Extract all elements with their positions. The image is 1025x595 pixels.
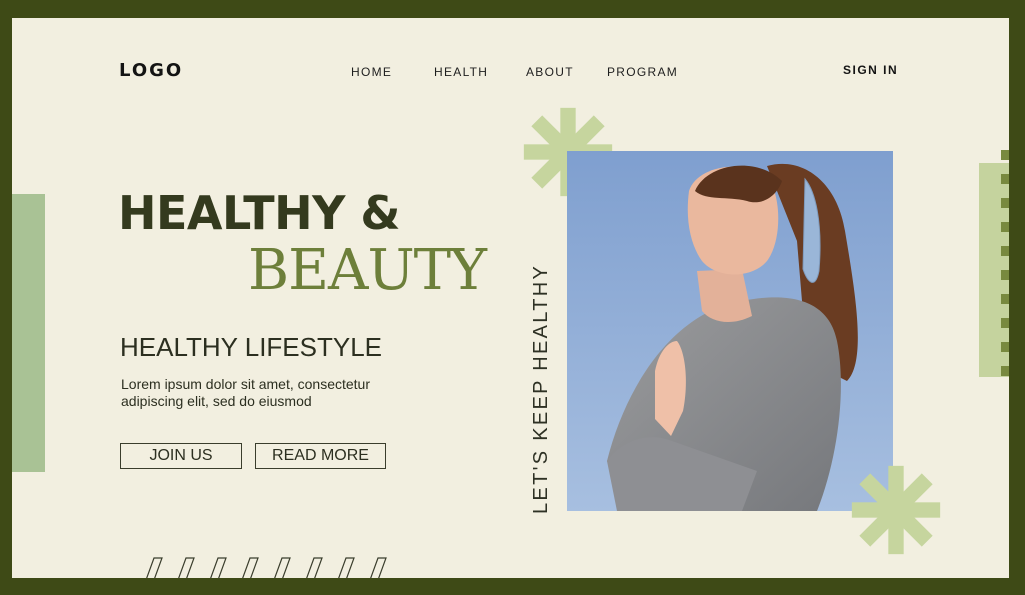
hero-description: Lorem ipsum dolor sit amet, consectetur … — [121, 376, 370, 409]
read-more-button[interactable]: READ MORE — [255, 443, 386, 469]
asterisk-icon — [851, 465, 941, 555]
nav-health[interactable]: HEALTH — [434, 65, 488, 79]
decorative-left-bar — [12, 194, 45, 472]
sign-in-link[interactable]: SIGN IN — [843, 63, 898, 77]
vertical-tagline: LET'S KEEP HEALTHY — [530, 263, 552, 514]
photo-woman-meditating — [567, 151, 893, 511]
nav-about[interactable]: ABOUT — [526, 65, 574, 79]
slash-stripes-decoration — [146, 557, 387, 578]
hero-subtitle: HEALTHY LIFESTYLE — [120, 332, 383, 362]
nav-home[interactable]: HOME — [351, 65, 392, 79]
nav-program[interactable]: PROGRAM — [607, 65, 678, 79]
decorative-right-teeth — [1001, 150, 1009, 376]
hero-title-line1: HEALTHY & — [118, 186, 401, 240]
site-logo[interactable]: LOGO — [119, 60, 183, 81]
hero-title-line2: BEAUTY — [248, 238, 487, 303]
screen: { "colors": { "frame": "#3e4a16", "page"… — [0, 0, 1025, 595]
landing-page: LOGO HOME HEALTH ABOUT PROGRAM SIGN IN H… — [12, 18, 1009, 578]
join-us-button[interactable]: JOIN US — [120, 443, 242, 469]
